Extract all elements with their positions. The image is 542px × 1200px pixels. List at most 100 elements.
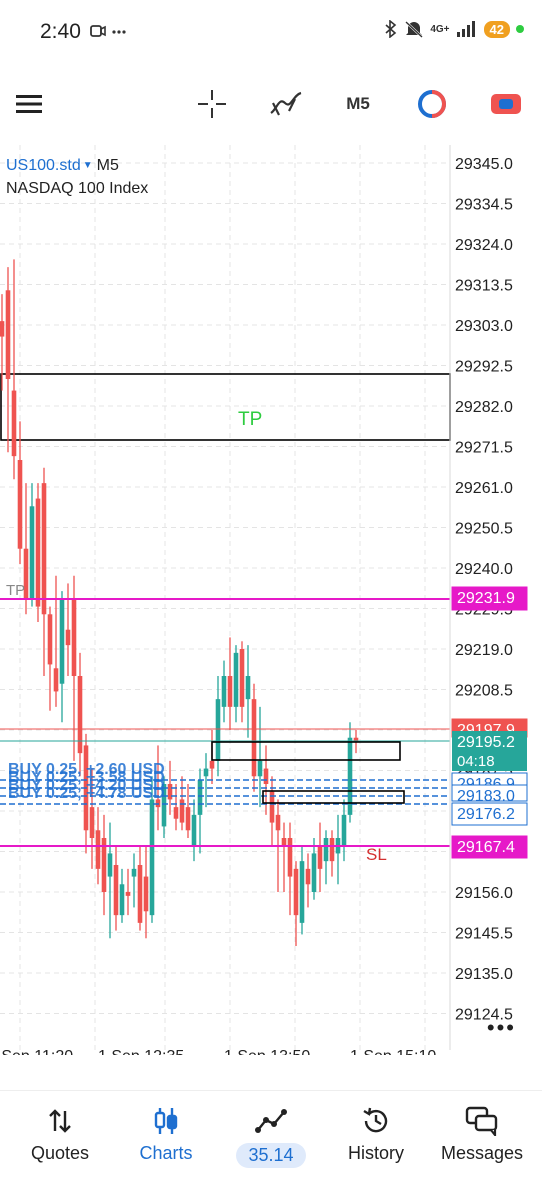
timeframe-button[interactable]: M5	[338, 86, 378, 122]
candle-body	[305, 868, 311, 885]
candle-body	[251, 699, 257, 777]
charts-icon	[154, 1108, 178, 1134]
nav-charts-label: Charts	[139, 1143, 193, 1163]
candle-body	[5, 290, 11, 379]
candle-body	[221, 676, 227, 707]
tp-zone-box	[0, 373, 451, 441]
candle-body	[275, 814, 281, 831]
menu-button[interactable]	[12, 86, 46, 122]
trade-icon	[255, 1109, 287, 1133]
price-axis-label: 29324.0	[455, 237, 513, 254]
nav-messages[interactable]: Messages	[432, 1101, 532, 1164]
chart-settings-button[interactable]	[414, 86, 450, 122]
candle-body	[41, 483, 47, 615]
candle-body	[47, 614, 53, 665]
history-icon	[363, 1107, 388, 1133]
new-order-button[interactable]	[488, 86, 524, 122]
price-axis-label: 29219.0	[455, 642, 513, 659]
nav-quotes-label: Quotes	[30, 1143, 90, 1163]
nav-messages-label: Messages	[440, 1143, 524, 1163]
nav-trade-profit: 35.14	[236, 1143, 306, 1168]
nav-trade[interactable]: 35.14	[221, 1101, 321, 1168]
candle-body	[137, 865, 143, 923]
price-chart[interactable]: TP TP SL BUY 0.25, +2.60 USD BUY 0.25, +3.5…	[0, 145, 542, 1065]
candle-body	[299, 861, 305, 923]
take-profit-line-label: TP	[6, 582, 25, 599]
status-time: 2:40	[40, 20, 81, 43]
crosshair-button[interactable]	[194, 86, 230, 122]
price-axis-label: 29208.5	[455, 683, 513, 700]
price-axis-label: 29282.0	[455, 399, 513, 416]
nav-history[interactable]: History	[326, 1101, 426, 1164]
messages-icon	[465, 1106, 498, 1136]
candle-body	[53, 668, 59, 692]
candle-body	[197, 780, 203, 815]
candle-body	[95, 830, 101, 869]
candle-body	[89, 807, 95, 838]
symbol-selector[interactable]: US100.std ▼ M5	[6, 157, 119, 175]
symbol-name: US100.std	[6, 157, 81, 174]
candle-body	[143, 876, 149, 912]
symbol-description: NASDAQ 100 Index	[6, 180, 149, 197]
candle-body	[119, 884, 125, 916]
candle-body	[281, 838, 287, 846]
drawn-rectangle	[211, 741, 401, 761]
bid-price-tag: 29195.2	[457, 734, 515, 751]
price-axis-label: 29292.5	[455, 359, 513, 376]
position-price-tag: 29183.0	[457, 788, 515, 805]
chart-toolbar: M5	[0, 76, 542, 132]
candle-body	[191, 814, 197, 846]
candle-body	[185, 807, 191, 831]
status-system-icons: 4G+ 42	[384, 20, 524, 38]
candle-body	[35, 498, 41, 607]
bluetooth-icon	[385, 20, 397, 38]
crosshair-icon	[198, 90, 226, 118]
nav-quotes[interactable]: Quotes	[10, 1101, 110, 1164]
candle-body	[11, 390, 17, 457]
candle-body	[65, 629, 71, 646]
price-axis-label: 29156.0	[455, 885, 513, 902]
candle-body	[71, 598, 77, 676]
privacy-indicator-icon	[516, 25, 524, 33]
position-label: BUY 0.25, +4.78 USD	[8, 785, 165, 802]
drawn-rectangle	[262, 790, 405, 804]
indicators-button[interactable]	[266, 86, 306, 122]
more-options-icon[interactable]: •••	[487, 1015, 516, 1041]
candle-body	[59, 598, 65, 684]
price-axis-label: 29334.5	[455, 197, 513, 214]
price-axis-label: 29345.0	[455, 156, 513, 173]
chart-canvas[interactable]: TP TPSLBUY 0.25, +2.60 USDBUY 0.25, +3.5…	[0, 145, 542, 1065]
candle-body	[209, 760, 215, 769]
candle-body	[17, 460, 23, 549]
candle-body	[257, 760, 263, 777]
price-axis-label: 29313.5	[455, 278, 513, 295]
nav-charts[interactable]: Charts	[116, 1101, 216, 1164]
candle-body	[203, 768, 209, 777]
candle-body	[107, 853, 113, 877]
candle-body	[215, 699, 221, 761]
hamburger-menu-icon	[16, 95, 42, 113]
time-axis-label: 1 Sep 13:50	[224, 1048, 310, 1055]
time-axis-label: 1 Sep 15:10	[350, 1048, 436, 1055]
candle-body	[329, 838, 335, 862]
candle-body	[317, 845, 323, 869]
candle-body	[227, 676, 233, 707]
bar-countdown: 04:18	[457, 753, 495, 770]
indicators-icon	[270, 91, 302, 116]
price-axis-label: 29271.5	[455, 440, 513, 457]
stop-loss-label: SL	[366, 845, 387, 864]
candle-body	[311, 853, 317, 892]
tp-price-tag: 29231.9	[457, 590, 515, 607]
candle-body	[149, 799, 155, 916]
status-notification-icons	[90, 22, 130, 45]
status-bar: 2:40 4G+ 42	[0, 0, 542, 64]
candle-body	[167, 784, 173, 800]
symbol-timeframe: M5	[96, 157, 119, 174]
candle-body	[179, 799, 185, 823]
candle-body	[239, 649, 245, 707]
candle-body	[131, 868, 137, 877]
price-axis-label: 29250.5	[455, 521, 513, 538]
new-order-icon	[491, 94, 521, 114]
caret-down-icon: ▼	[82, 160, 93, 172]
candle-body	[233, 652, 239, 707]
